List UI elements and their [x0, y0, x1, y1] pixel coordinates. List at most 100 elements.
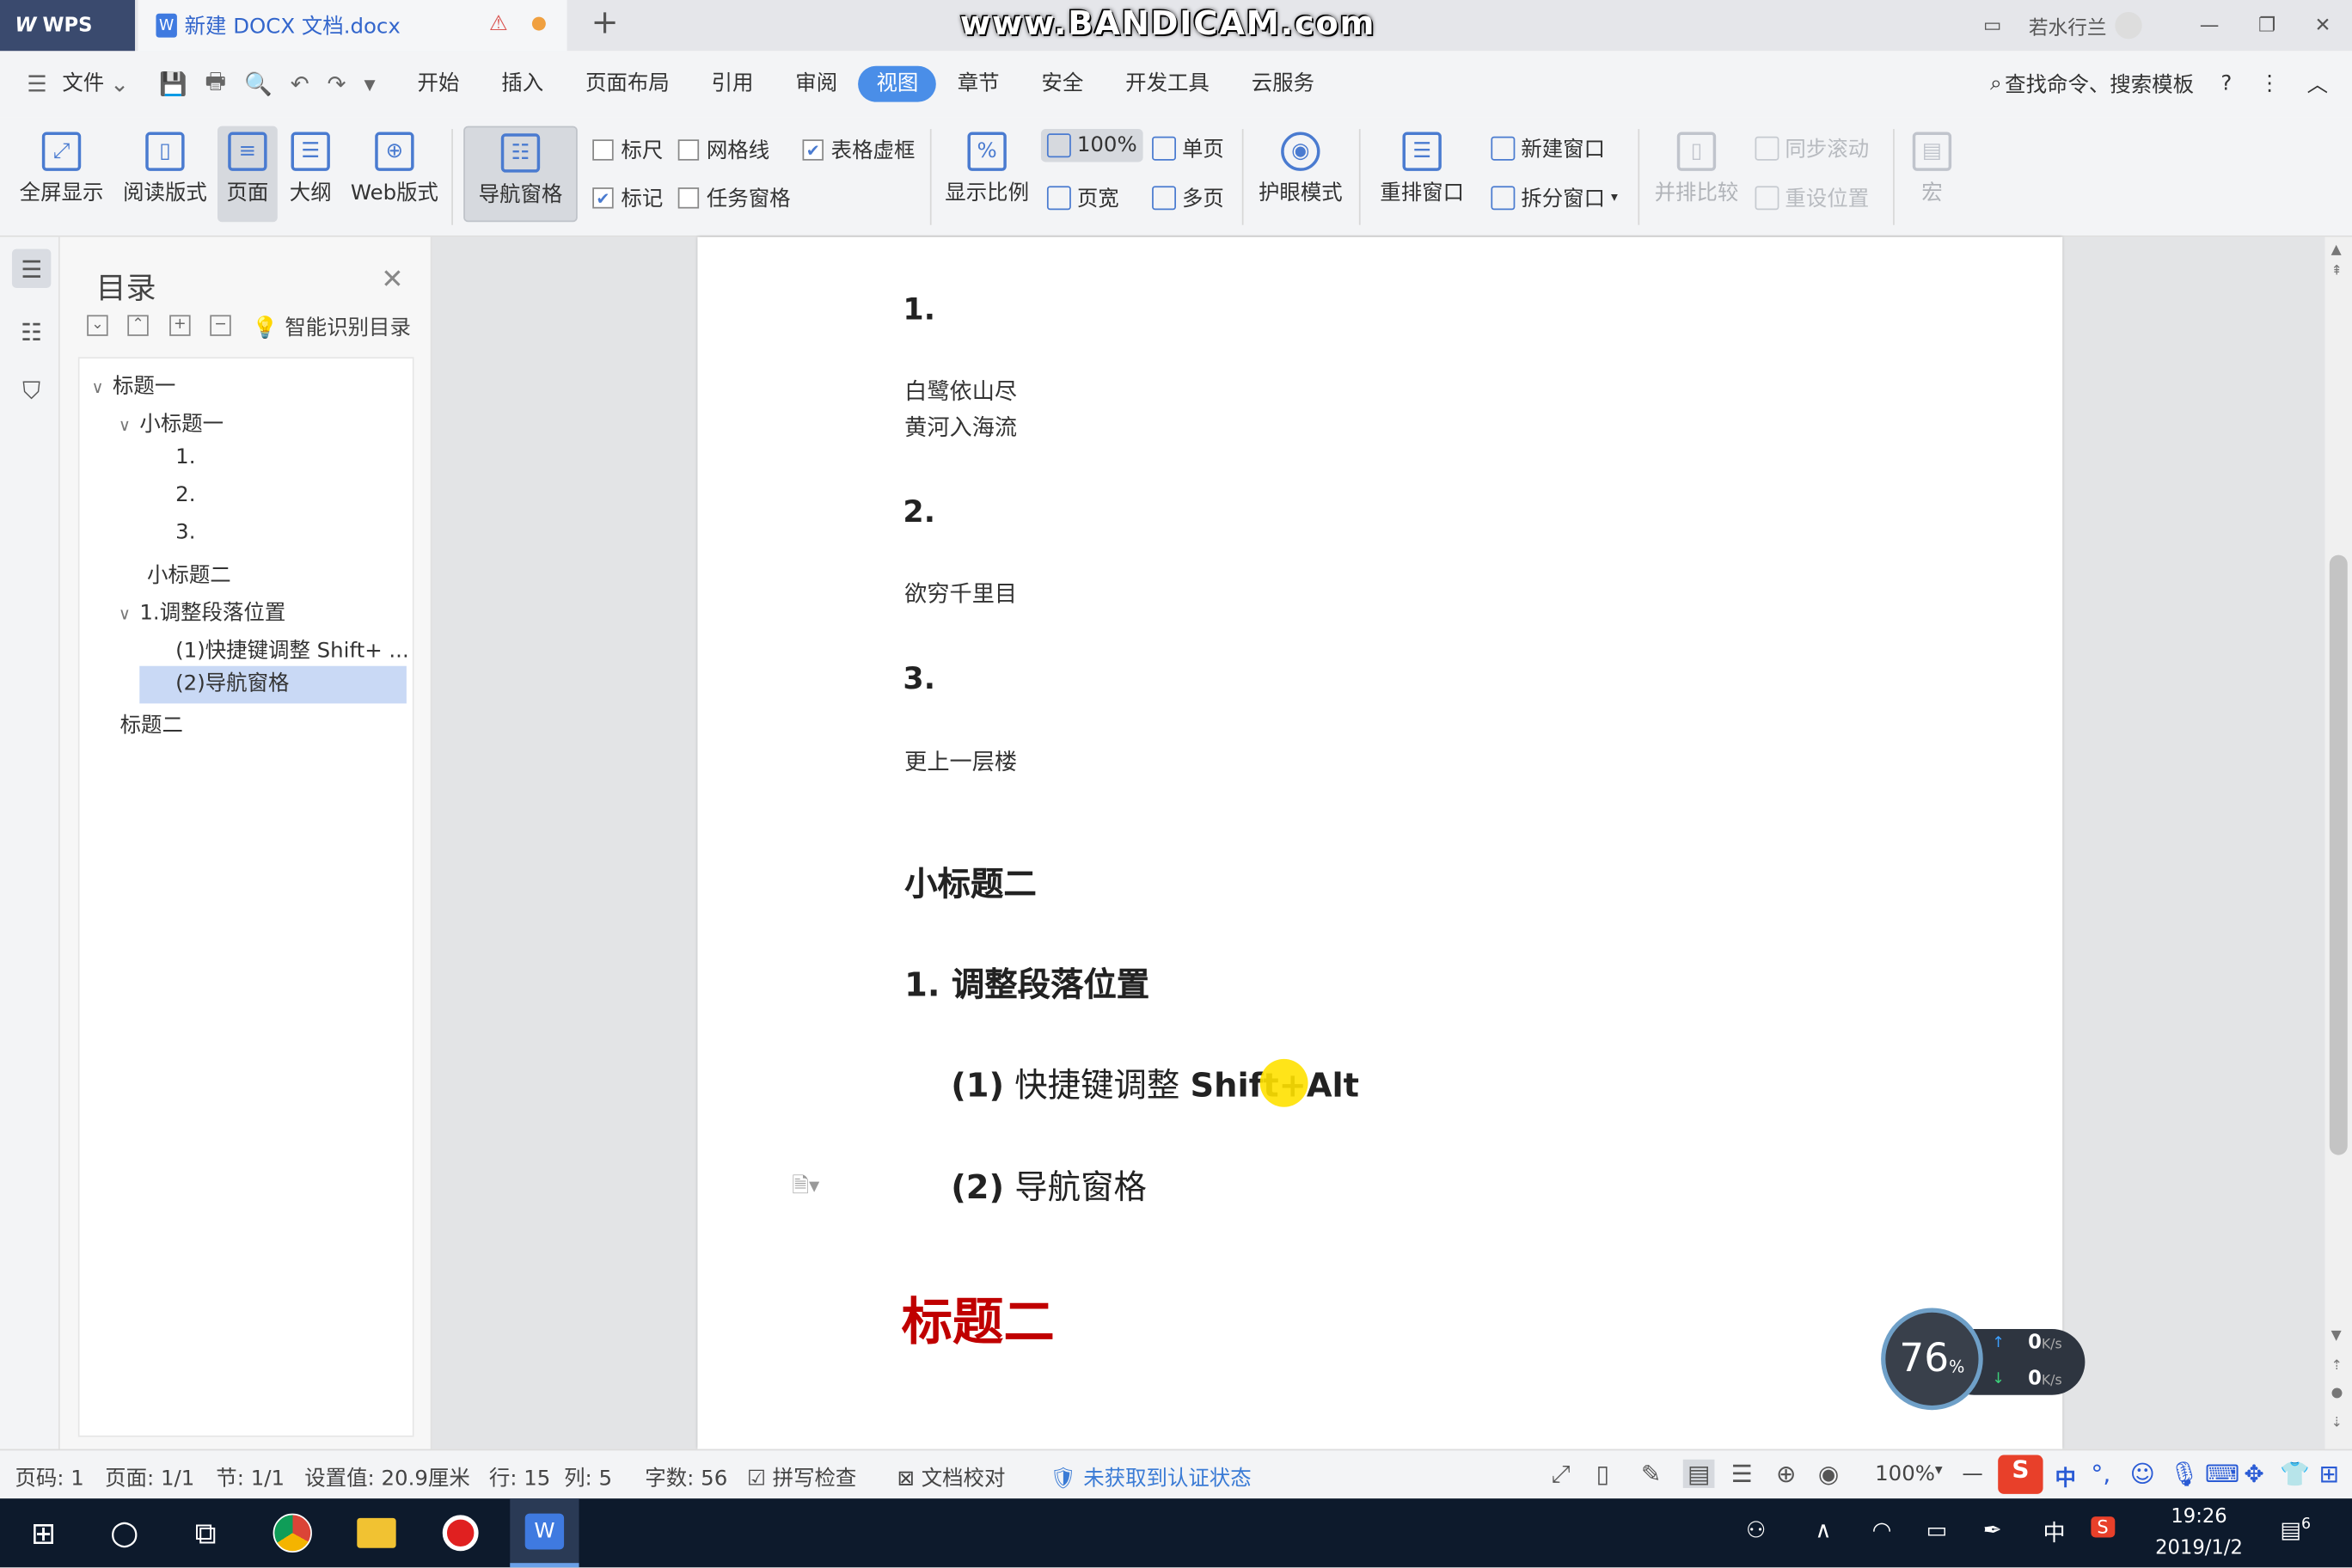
demote-minus-icon[interactable]: −	[210, 315, 231, 336]
close-icon[interactable]: ✕	[381, 264, 403, 296]
chrome-icon[interactable]	[258, 1498, 327, 1567]
vertical-scrollbar[interactable]: ▲ ⇞ ▼ ⇡ ● ⇣	[2324, 236, 2352, 1449]
paragraph[interactable]: 黄河入海流	[904, 409, 1017, 445]
section-heading[interactable]: 1. 调整段落位置	[904, 959, 1149, 1007]
chevron-down-icon[interactable]: ⌄	[110, 70, 129, 97]
notification-icon[interactable]: ▤6	[2280, 1516, 2311, 1543]
item-heading-2[interactable]: (2) 导航窗格	[951, 1161, 1147, 1210]
start-icon[interactable]: ⊞	[9, 1498, 77, 1567]
toc-item[interactable]: (1)快捷键调整 Shift+ ...	[175, 634, 409, 665]
zoom-dropdown-icon[interactable]: ▾	[1935, 1462, 1943, 1479]
chevron-down-icon[interactable]: ∨	[119, 604, 131, 624]
title-heading-2[interactable]: 标题二	[902, 1281, 1055, 1355]
gridlines-checkbox[interactable]: 网格线	[677, 135, 769, 165]
chapter-icon[interactable]: ☷	[12, 312, 51, 351]
toc-item[interactable]: 标题二	[120, 709, 183, 739]
paragraph[interactable]: 更上一层楼	[904, 744, 1017, 780]
menu-insert[interactable]: 插入	[481, 66, 565, 102]
heading-3[interactable]: 3.	[903, 660, 935, 696]
toc-item[interactable]: 1.	[175, 445, 195, 469]
menu-view[interactable]: 视图	[858, 65, 937, 102]
paragraph[interactable]: 欲穷千里目	[904, 576, 1017, 612]
sogou-tray-icon[interactable]: S	[2091, 1516, 2115, 1538]
print-preview-icon[interactable]: 🔍	[244, 70, 273, 97]
promote-plus-icon[interactable]: +	[169, 315, 191, 336]
select-browse-icon[interactable]: ●	[2331, 1386, 2343, 1400]
more-icon[interactable]: ⋮	[2259, 72, 2280, 96]
scroll-down-icon[interactable]: ▼	[2331, 1329, 2342, 1344]
new-window-button[interactable]: 新建窗口	[1491, 133, 1605, 163]
document-page[interactable]: 1. 白鹭依山尽 黄河入海流 2. 欲穷千里目 3. 更上一层楼 小标题二 1.…	[697, 236, 2063, 1449]
pen-icon[interactable]: ✒	[1983, 1516, 2002, 1543]
skin-icon[interactable]: 👕	[2280, 1460, 2310, 1488]
file-explorer-icon[interactable]	[342, 1498, 411, 1567]
menu-chapter[interactable]: 章节	[936, 66, 1020, 102]
scroll-top-icon[interactable]: ⇞	[2331, 264, 2343, 279]
section-count[interactable]: 节: 1/1	[216, 1462, 285, 1492]
page-view-icon[interactable]: ▤	[1682, 1459, 1715, 1488]
toc-item[interactable]: ∨ 标题一	[91, 371, 175, 401]
chevron-down-icon[interactable]: ∨	[119, 415, 131, 435]
zoom-level[interactable]: 100%	[1875, 1462, 1935, 1486]
collapse-up-icon[interactable]: ⌃	[127, 315, 149, 336]
search-icon[interactable]: ⌕	[1990, 72, 2002, 96]
task-view-icon[interactable]: ⧉	[171, 1498, 240, 1567]
customize-icon[interactable]: ▾	[364, 70, 376, 97]
wifi-icon[interactable]: ◠	[1872, 1516, 1892, 1543]
menu-start[interactable]: 开始	[396, 66, 481, 102]
next-page-icon[interactable]: ⇣	[2331, 1416, 2343, 1430]
undo-icon[interactable]: ↶	[291, 70, 309, 97]
chevron-down-icon[interactable]: ∨	[91, 378, 103, 398]
help-icon[interactable]: ?	[2220, 72, 2232, 96]
table-border-checkbox[interactable]: ✔ 表格虚框	[802, 135, 915, 165]
paragraph-handle-icon[interactable]: 🗎▾	[792, 1170, 819, 1206]
people-icon[interactable]: ⚇	[1746, 1516, 1766, 1543]
wps-writer-icon[interactable]: W	[510, 1498, 579, 1568]
menu-review[interactable]: 审阅	[775, 66, 859, 102]
spell-check-button[interactable]: ☑ 拼写检查	[747, 1462, 856, 1492]
proofread-button[interactable]: ⊠ 文档校对	[897, 1462, 1005, 1492]
subheading-2[interactable]: 小标题二	[904, 858, 1037, 906]
command-search[interactable]: 查找命令、搜索模板	[2005, 69, 2194, 99]
zoom-100-button[interactable]: 100%	[1040, 129, 1143, 162]
wps-home-tab[interactable]: W WPS	[0, 0, 136, 52]
redo-icon[interactable]: ↷	[328, 70, 346, 97]
toc-item[interactable]: ∨ 小标题一	[119, 408, 224, 438]
multi-page-button[interactable]: 多页	[1152, 183, 1224, 213]
microphone-icon[interactable]: 🎙	[2169, 1460, 2199, 1488]
grid-menu-icon[interactable]: ⊞	[2319, 1460, 2339, 1488]
search-icon[interactable]: ○	[90, 1498, 159, 1567]
task-pane-checkbox[interactable]: 任务窗格	[677, 183, 791, 213]
close-icon[interactable]: ✕	[2315, 15, 2331, 37]
marks-checkbox[interactable]: ✔ 标记	[592, 183, 663, 213]
battery-icon[interactable]: ▭	[1926, 1516, 1947, 1543]
window-layout-icon[interactable]: ▭	[1983, 15, 2001, 37]
heading-2[interactable]: 2.	[903, 493, 935, 530]
page-number[interactable]: 页码: 1	[15, 1462, 83, 1492]
reading-mode-icon[interactable]: ▯	[1596, 1460, 1609, 1488]
bandicam-icon[interactable]	[426, 1498, 495, 1567]
menu-page-layout[interactable]: 页面布局	[565, 66, 691, 102]
restore-icon[interactable]: ❐	[2258, 15, 2275, 37]
eye-protection-button[interactable]: ◉ 护眼模式	[1254, 132, 1347, 207]
toolbox-icon[interactable]: ✥	[2244, 1460, 2263, 1488]
menu-cloud[interactable]: 云服务	[1230, 66, 1335, 102]
menu-developer[interactable]: 开发工具	[1105, 66, 1231, 102]
keyboard-icon[interactable]: ⌨	[2205, 1460, 2239, 1488]
arrange-windows-button[interactable]: ☰ 重排窗口	[1371, 132, 1473, 207]
avatar[interactable]	[2116, 11, 2143, 40]
hamburger-icon[interactable]: ☰	[27, 70, 46, 97]
zoom-button[interactable]: % 显示比例	[942, 132, 1032, 207]
zoom-out-icon[interactable]: —	[1962, 1462, 1982, 1486]
paragraph[interactable]: 白鹭依山尽	[904, 373, 1017, 409]
menu-security[interactable]: 安全	[1020, 66, 1105, 102]
web-view-icon[interactable]: ⊕	[1776, 1460, 1796, 1488]
outline-button[interactable]: ☰ 大纲	[285, 132, 336, 207]
scroll-thumb[interactable]	[2329, 554, 2348, 1155]
page-count[interactable]: 页面: 1/1	[105, 1462, 194, 1492]
warning-icon[interactable]: ⚠	[489, 12, 508, 36]
menu-references[interactable]: 引用	[690, 66, 775, 102]
new-tab-icon[interactable]: +	[591, 4, 618, 42]
split-window-button[interactable]: 拆分窗口 ▾	[1491, 183, 1618, 213]
toc-item-selected[interactable]: (2)导航窗格	[139, 665, 407, 704]
